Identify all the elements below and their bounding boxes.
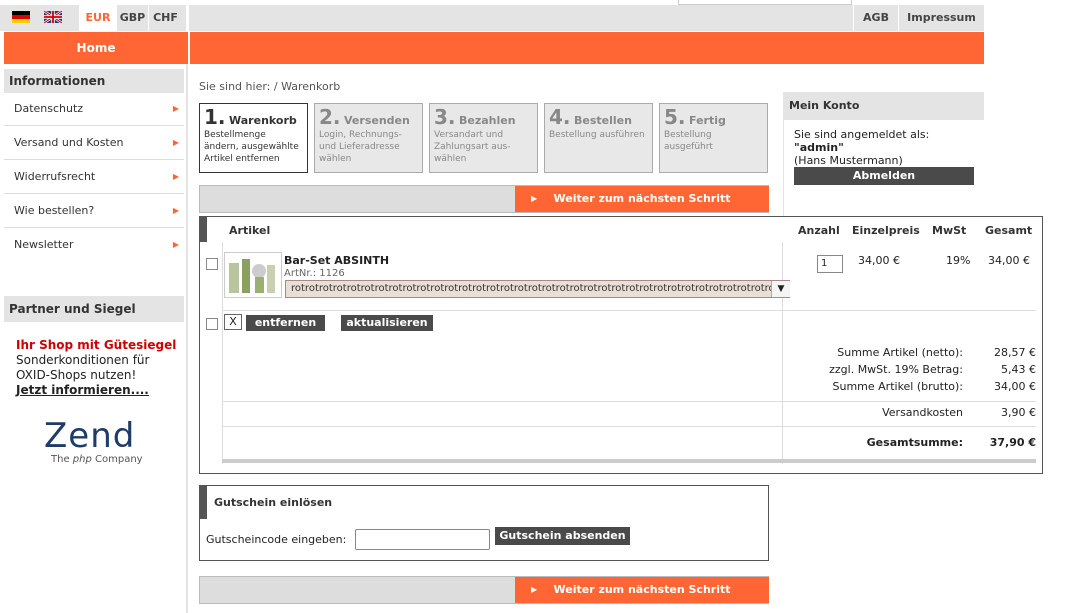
col-anzahl: Anzahl (798, 224, 840, 237)
link-impressum[interactable]: Impressum (899, 5, 984, 31)
sidebar-item-label: Widerrufsrecht (14, 170, 96, 183)
step-versenden[interactable]: 2. Versenden Login, Rechnungs- und Liefe… (314, 103, 423, 173)
voucher-title: Gutschein einlösen (214, 496, 333, 509)
arrow-right-icon: ▶ (172, 172, 179, 181)
step-bezahlen[interactable]: 3. Bezahlen Versandart und Zahlungsart a… (429, 103, 538, 173)
update-button[interactable]: aktualisieren (341, 315, 433, 331)
partner-line2: Sonderkonditionen für (16, 353, 150, 367)
voucher-code-input[interactable] (355, 529, 490, 550)
quantity-input[interactable]: 1 (817, 255, 843, 273)
step-fertig[interactable]: 5. Fertig Bestellung ausgeführt (659, 103, 768, 173)
chevron-down-icon[interactable]: ▼ (771, 281, 790, 297)
sidebar-item-wie-bestellen[interactable]: Wie bestellen? ▶ (4, 194, 184, 228)
close-icon[interactable]: X (224, 314, 242, 330)
vat-rate: 19% (946, 254, 971, 267)
sum-gross-value: 34,00 € (994, 380, 1036, 393)
voucher-label: Gutscheincode eingeben: (206, 533, 347, 546)
product-title[interactable]: Bar-Set ABSINTH (284, 254, 389, 267)
product-image[interactable] (224, 252, 282, 298)
voucher-submit-button[interactable]: Gutschein absenden (495, 527, 630, 545)
currency-chf[interactable]: CHF (149, 5, 182, 31)
shipping-value: 3,90 € (1001, 406, 1036, 419)
zend-tagline: The php Company (51, 454, 143, 465)
link-agb[interactable]: AGB (854, 5, 898, 31)
sum-gross-label: Summe Artikel (brutto): (832, 380, 964, 393)
partner-line3: OXID-Shops nutzen! (16, 368, 137, 382)
sidebar-item-widerrufsrecht[interactable]: Widerrufsrecht ▶ (4, 160, 184, 194)
step-bestellen[interactable]: 4. Bestellen Bestellung ausführen (544, 103, 653, 173)
sidebar-item-datenschutz[interactable]: Datenschutz ▶ (4, 92, 184, 126)
flag-uk-icon[interactable] (44, 11, 62, 23)
vat-amount-label: zzgl. MwSt. 19% Betrag: (829, 363, 963, 376)
currency-eur[interactable]: EUR (80, 5, 116, 31)
account-info: Sie sind angemeldet als: "admin" (Hans M… (794, 128, 930, 167)
sidebar-item-label: Wie bestellen? (14, 204, 95, 217)
item-total: 34,00 € (988, 254, 1030, 267)
grand-total-value: 37,90 € (989, 436, 1036, 449)
sidebar-item-label: Versand und Kosten (14, 136, 124, 149)
select-all-checkbox[interactable] (206, 318, 218, 330)
logout-button[interactable]: Abmelden (794, 167, 974, 185)
shipping-label: Versandkosten (882, 406, 963, 419)
currency-gbp[interactable]: GBP (117, 5, 148, 31)
partner-promo[interactable]: Ihr Shop mit Gütesiegel Sonderkonditione… (16, 338, 176, 398)
product-artnr: ArtNr.: 1126 (284, 268, 345, 279)
arrow-right-icon: ▶ (531, 194, 538, 203)
unit-price: 34,00 € (858, 254, 900, 267)
col-gesamt: Gesamt (985, 224, 1033, 237)
col-einzelpreis: Einzelpreis (852, 224, 920, 237)
variant-select[interactable]: rotrotrotrotrotrotrotrotrotrotrotrotrotr… (285, 280, 790, 298)
sum-net-label: Summe Artikel (netto): (837, 346, 963, 359)
account-title: Mein Konto (783, 92, 984, 120)
arrow-right-icon: ▶ (172, 104, 179, 113)
partner-link[interactable]: Jetzt informieren.... (16, 383, 176, 398)
step-warenkorb: 1. Warenkorb Bestellmenge ändern, ausgew… (199, 103, 308, 173)
sidebar-info-title: Informationen (4, 69, 184, 93)
breadcrumb: Sie sind hier: / Warenkorb (199, 80, 341, 93)
arrow-right-icon: ▶ (172, 206, 179, 215)
sidebar-item-versand[interactable]: Versand und Kosten ▶ (4, 126, 184, 160)
grand-total-label: Gesamtsumme: (866, 436, 963, 449)
arrow-right-icon: ▶ (172, 240, 179, 249)
item-checkbox[interactable] (206, 258, 218, 270)
zend-logo-text: Zend (44, 416, 136, 456)
col-mwst: MwSt (932, 224, 967, 237)
next-step-button-bottom[interactable]: ▶ Weiter zum nächsten Schritt (515, 577, 769, 603)
sidebar-item-label: Newsletter (14, 238, 74, 251)
sum-net-value: 28,57 € (994, 346, 1036, 359)
remove-button[interactable]: entfernen (246, 315, 325, 331)
sidebar-item-label: Datenschutz (14, 102, 84, 115)
flag-de-icon[interactable] (12, 11, 30, 23)
zend-logo[interactable]: Zend The php Company (44, 418, 143, 465)
sidebar-item-newsletter[interactable]: Newsletter ▶ (4, 228, 184, 262)
next-step-button[interactable]: ▶ Weiter zum nächsten Schritt (515, 186, 769, 212)
arrow-right-icon: ▶ (172, 138, 179, 147)
col-artikel: Artikel (229, 224, 271, 237)
nav-home[interactable]: Home (4, 32, 188, 64)
sidebar-partner-title: Partner und Siegel (4, 296, 184, 322)
partner-line1: Ihr Shop mit Gütesiegel (16, 338, 177, 352)
arrow-right-icon: ▶ (531, 585, 538, 594)
vat-amount-value: 5,43 € (1001, 363, 1036, 376)
